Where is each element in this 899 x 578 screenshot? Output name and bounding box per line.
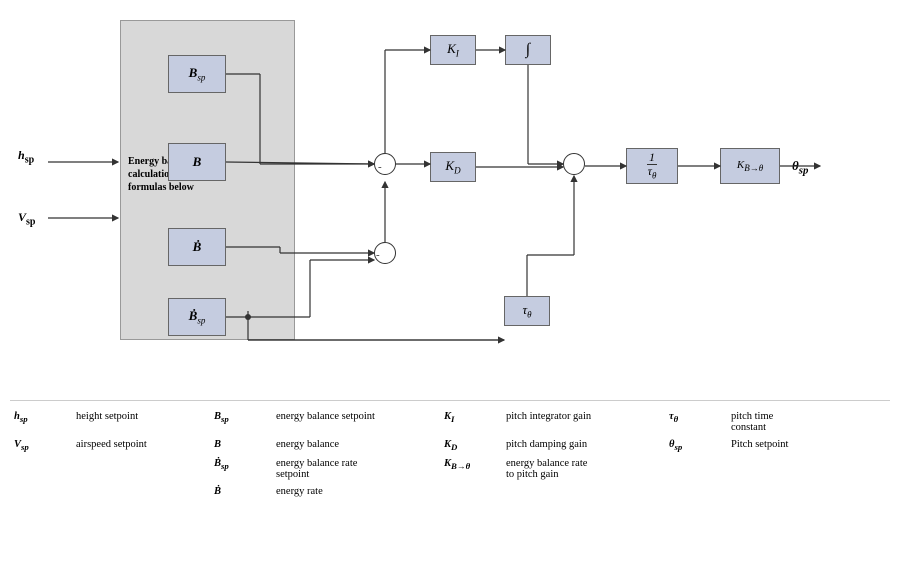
leg-B-sp-desc: energy balance setpoint xyxy=(270,409,440,435)
Bdot-sp-block: Ḃsp xyxy=(168,298,226,336)
K-D-block: KD xyxy=(430,152,476,182)
diagram-area: Energy balancecalculations, seeformulas … xyxy=(0,0,899,390)
leg-Bdot-sp-desc: energy balance ratesetpoint xyxy=(270,456,440,482)
sum-junction-2 xyxy=(563,153,585,175)
leg-V-sp-desc: airspeed setpoint xyxy=(70,437,210,454)
integral-block: ∫ xyxy=(505,35,551,65)
B-block: B xyxy=(168,143,226,181)
leg-K-I-desc: pitch integrator gain xyxy=(500,409,665,435)
output-label: θsp xyxy=(792,158,808,177)
K-B-theta-block: KB→θ xyxy=(720,148,780,184)
K-I-block: KI xyxy=(430,35,476,65)
sum-junction-1 xyxy=(374,153,396,175)
leg-h-sp-sym: hsp xyxy=(10,409,70,435)
legend-grid: hsp height setpoint Bsp energy balance s… xyxy=(10,409,890,499)
leg-K-D-sym: KD xyxy=(440,437,500,454)
leg-K-Bth-desc: energy balance rateto pitch gain xyxy=(500,456,665,482)
leg-Bdot-desc: energy rate xyxy=(270,484,440,499)
leg-theta-sp-sym: θsp xyxy=(665,437,725,454)
leg-Bdot-sym: Ḃ xyxy=(210,484,270,499)
v-sp-label: Vsp xyxy=(18,210,35,227)
leg-B-sym: B xyxy=(210,437,270,454)
B-sp-block: Bsp xyxy=(168,55,226,93)
leg-tau-sym: τθ xyxy=(665,409,725,435)
leg-B-sp-sym: Bsp xyxy=(210,409,270,435)
leg-B-desc: energy balance xyxy=(270,437,440,454)
legend-area: hsp height setpoint Bsp energy balance s… xyxy=(10,400,890,499)
leg-K-Bth-sym: KB→θ xyxy=(440,456,500,482)
leg-h-sp-desc: height setpoint xyxy=(70,409,210,435)
leg-Bdot-sp-sym: Ḃsp xyxy=(210,456,270,482)
leg-theta-sp-desc: Pitch setpoint xyxy=(725,437,845,454)
Bdot-block: Ḃ xyxy=(168,228,226,266)
leg-tau-desc: pitch timeconstant xyxy=(725,409,845,435)
tau-theta-block: 1 τθ xyxy=(626,148,678,184)
tau-lower-block: τθ xyxy=(504,296,550,326)
h-sp-label: hsp xyxy=(18,148,34,165)
sum-junction-3 xyxy=(374,242,396,264)
leg-V-sp-sym: Vsp xyxy=(10,437,70,454)
leg-K-I-sym: KI xyxy=(440,409,500,435)
leg-K-D-desc: pitch damping gain xyxy=(500,437,665,454)
